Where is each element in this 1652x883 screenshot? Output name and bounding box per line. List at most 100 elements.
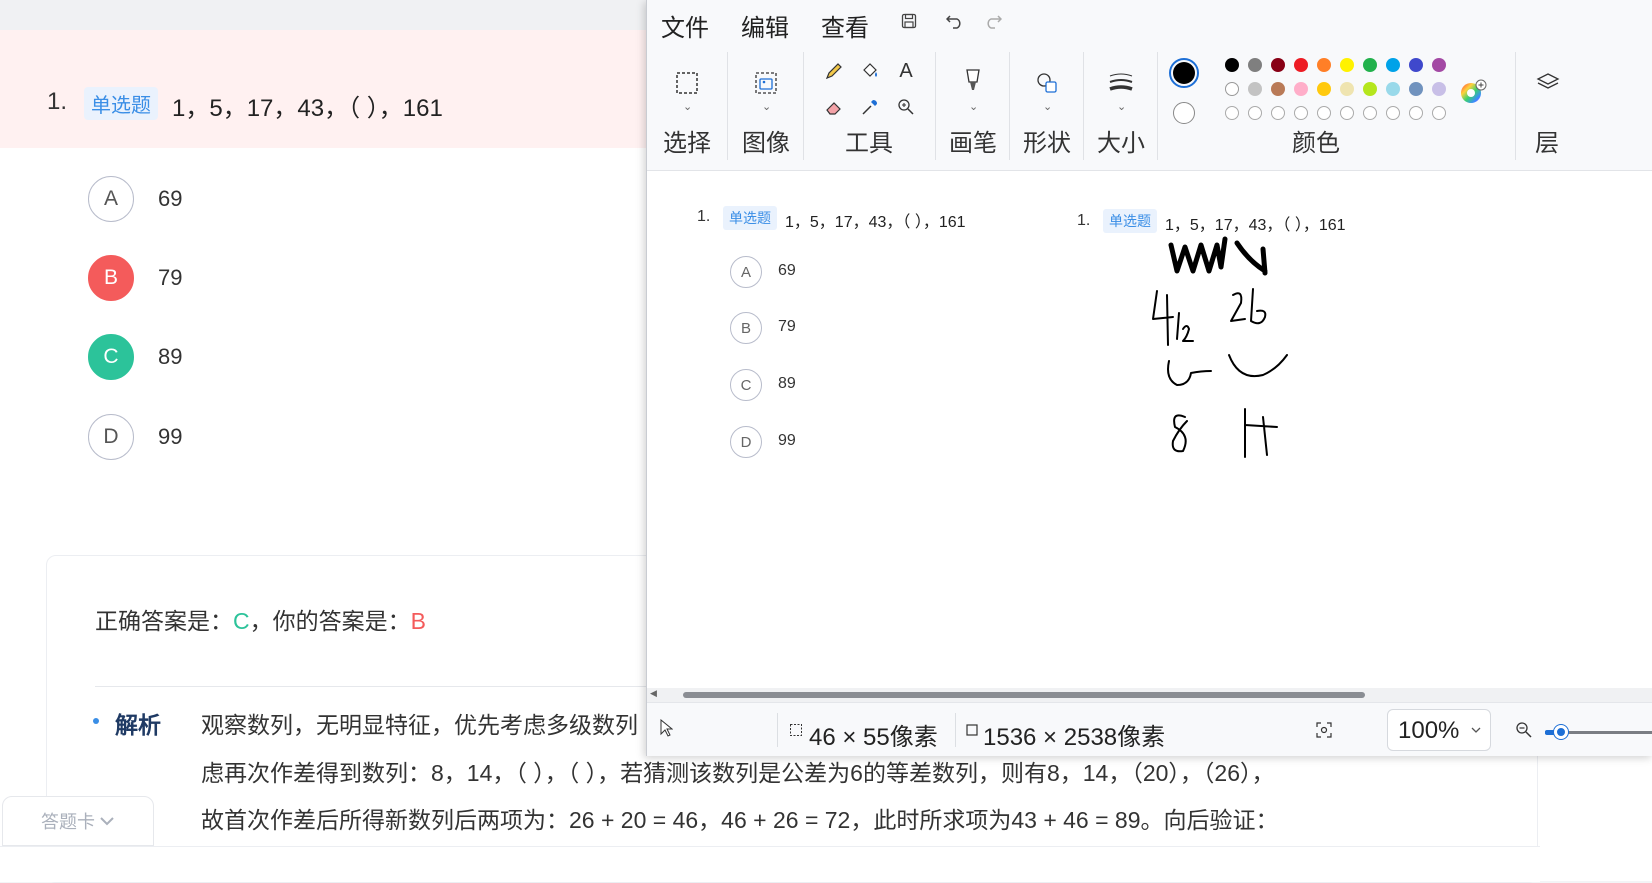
custom-color-slot[interactable] — [1386, 106, 1400, 120]
canvas-option-d-letter: D — [730, 426, 762, 458]
colors-label: 颜色 — [1292, 130, 1340, 157]
scroll-left-arrow-icon[interactable]: ◀ — [650, 688, 657, 699]
color-swatch[interactable] — [1271, 82, 1285, 96]
color-swatch[interactable] — [1363, 58, 1377, 72]
color-swatch[interactable] — [1225, 58, 1239, 72]
color-swatch[interactable] — [1317, 58, 1331, 72]
correct-answer-value: C — [233, 608, 250, 634]
color-swatch[interactable] — [1409, 82, 1423, 96]
color-swatch[interactable] — [1340, 58, 1354, 72]
color-swatch[interactable] — [1294, 82, 1308, 96]
color-swatch[interactable] — [1317, 82, 1331, 96]
select-label: 选择 — [663, 130, 711, 157]
custom-color-slot[interactable] — [1409, 106, 1423, 120]
custom-color-slot[interactable] — [1225, 106, 1239, 120]
ribbon-separator — [1009, 52, 1010, 160]
text-tool-icon[interactable]: A — [893, 58, 919, 84]
image-icon — [753, 70, 779, 96]
color-swatch[interactable] — [1432, 58, 1446, 72]
shapes-caret-icon: ⌄ — [1043, 101, 1053, 113]
horizontal-scrollbar[interactable]: ◀ — [647, 688, 1652, 702]
color-swatch[interactable] — [1432, 82, 1446, 96]
color-picker-icon[interactable] — [857, 94, 883, 120]
custom-color-slot[interactable] — [1317, 106, 1331, 120]
magnifier-icon[interactable] — [893, 94, 919, 120]
answer-sheet-tab[interactable]: 答题卡 — [2, 796, 154, 846]
option-b-letter: B — [88, 255, 134, 301]
fill-bucket-icon[interactable] — [857, 58, 883, 84]
option-d-value: 99 — [158, 424, 183, 449]
analysis-line-1: 观察数列，无明显特征，优先考虑多级数列 — [201, 712, 638, 738]
secondary-color-swatch[interactable] — [1173, 102, 1195, 124]
shapes-group[interactable]: ⌄ 形状 — [1011, 50, 1083, 162]
eraser-icon[interactable] — [821, 94, 847, 120]
pencil-icon[interactable] — [821, 58, 847, 84]
custom-color-slot[interactable] — [1248, 106, 1262, 120]
option-c-value: 89 — [158, 344, 183, 369]
image-group[interactable]: ⌄ 图像 — [729, 50, 803, 162]
canvas-right-number: 1. — [1077, 212, 1091, 229]
chevron-down-icon — [1470, 722, 1482, 740]
select-rect-icon — [674, 70, 700, 96]
drawing-canvas[interactable]: 1. 单选题 1，5，17，43，（ ），161 A 69 B 79 C 89 … — [647, 171, 1652, 688]
color-swatch[interactable] — [1248, 82, 1262, 96]
custom-color-slot[interactable] — [1363, 106, 1377, 120]
brush-group[interactable]: ⌄ 画笔 — [937, 50, 1009, 162]
color-swatch[interactable] — [1386, 82, 1400, 96]
status-separator — [777, 713, 778, 747]
line-size-icon — [1108, 70, 1134, 96]
menu-file[interactable]: 文件 — [661, 8, 709, 43]
redo-icon[interactable] — [981, 10, 1005, 32]
layers-group[interactable]: 层 — [1517, 50, 1577, 162]
color-swatch[interactable] — [1271, 58, 1285, 72]
menu-view[interactable]: 查看 — [821, 8, 869, 43]
size-group[interactable]: ⌄ 大小 — [1085, 50, 1157, 162]
color-swatch[interactable] — [1386, 58, 1400, 72]
color-swatch[interactable] — [1363, 82, 1377, 96]
ribbon-separator — [803, 52, 804, 160]
canvas-right-type-tag: 单选题 — [1103, 209, 1157, 233]
answer-line: 正确答案是：C，你的答案是：B — [95, 602, 426, 636]
brush-label: 画笔 — [949, 130, 997, 157]
primary-color-swatch[interactable] — [1169, 58, 1199, 88]
fit-to-window-icon[interactable] — [1315, 721, 1333, 744]
status-bar: 46 × 55像素 1536 × 2538像素 100% — [647, 702, 1652, 756]
zoom-out-icon[interactable] — [1515, 721, 1533, 744]
scroll-thumb[interactable] — [683, 692, 1365, 698]
analysis-label: 解析 — [115, 712, 161, 738]
option-b-value: 79 — [158, 265, 183, 290]
analysis-line-3: 故首次作差后所得新数列后两项为：26 + 20 = 46，46 + 26 = 7… — [201, 807, 1279, 833]
option-a-letter: A — [88, 176, 134, 222]
canvas-left-question: 1，5，17，43，（ ），161 — [785, 214, 966, 231]
save-icon[interactable] — [897, 10, 921, 32]
color-swatch[interactable] — [1225, 82, 1239, 96]
image-label: 图像 — [742, 130, 790, 157]
undo-icon[interactable] — [943, 10, 967, 32]
canvas-left-number: 1. — [697, 208, 711, 225]
color-swatch[interactable] — [1294, 58, 1308, 72]
zoom-dropdown[interactable]: 100% — [1387, 709, 1491, 751]
custom-color-slot[interactable] — [1340, 106, 1354, 120]
canvas-size-text: 1536 × 2538像素 — [983, 724, 1166, 751]
shapes-icon — [1034, 70, 1060, 96]
custom-color-slot[interactable] — [1294, 106, 1308, 120]
question-type-tag: 单选题 — [84, 87, 158, 120]
canvas-option-a-letter: A — [730, 256, 762, 288]
canvas-option-d-value: 99 — [778, 432, 796, 449]
color-swatch[interactable] — [1409, 58, 1423, 72]
canvas-option-b-letter: B — [730, 312, 762, 344]
color-swatch[interactable] — [1340, 82, 1354, 96]
zoom-slider-handle[interactable] — [1554, 725, 1569, 739]
canvas-option-b-value: 79 — [778, 318, 796, 335]
custom-color-slot[interactable] — [1432, 106, 1446, 120]
image-caret-icon: ⌄ — [762, 101, 772, 113]
analysis-line-2: 虑再次作差得到数列：8，14，（ ），（ ），若猜测该数列是公差为6的等差数列，… — [201, 760, 1275, 786]
edit-colors-icon[interactable] — [1459, 78, 1487, 111]
option-c-letter: C — [88, 334, 134, 380]
color-swatch[interactable] — [1248, 58, 1262, 72]
layers-icon — [1535, 70, 1561, 96]
select-group[interactable]: ⌄ 选择 — [647, 50, 727, 162]
menu-edit[interactable]: 编辑 — [741, 8, 789, 43]
my-answer-value: B — [410, 608, 426, 634]
custom-color-slot[interactable] — [1271, 106, 1285, 120]
